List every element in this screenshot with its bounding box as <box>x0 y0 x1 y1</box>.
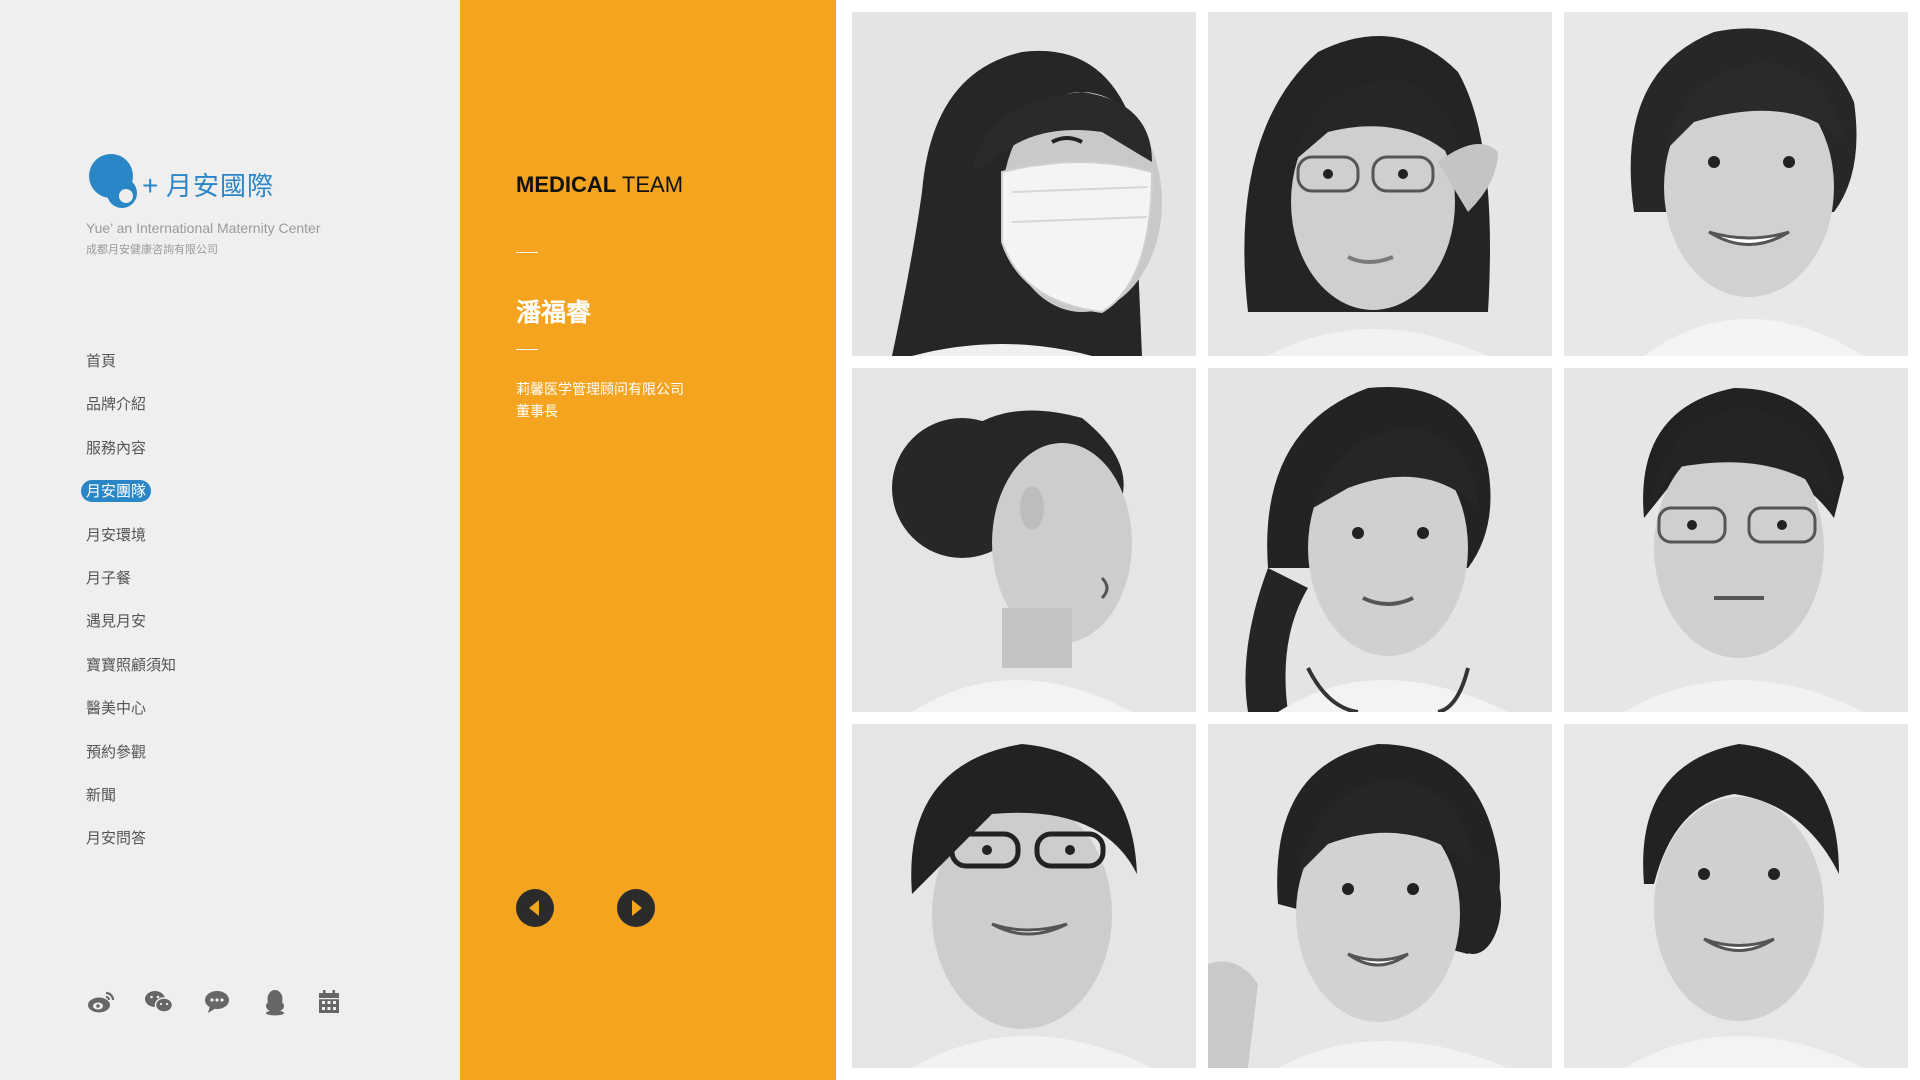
nav-item-services[interactable]: 服務內容 <box>86 427 346 470</box>
logo-plus: + <box>142 170 159 201</box>
section-title-light: TEAM <box>616 172 684 197</box>
portrait-woman-with-stethoscope <box>1208 368 1552 712</box>
arrow-left-icon <box>529 900 539 916</box>
logo-english-name: Yue’ an International Maternity Center <box>86 220 321 236</box>
team-photo[interactable] <box>1564 724 1908 1068</box>
nav-item-home[interactable]: 首頁 <box>86 340 346 383</box>
member-name: 潘福睿 <box>516 298 592 327</box>
nav-item-news[interactable]: 新聞 <box>86 774 346 817</box>
logo-mark-icon <box>89 154 137 208</box>
nav-item-environment[interactable]: 月安環境 <box>86 514 346 557</box>
logo-brand-name: 月安國際 <box>166 172 275 202</box>
nav-item-medical-beauty[interactable]: 醫美中心 <box>86 687 346 730</box>
nav-item-label: 預約參觀 <box>86 742 147 761</box>
nav-item-meals[interactable]: 月子餐 <box>86 557 346 600</box>
team-photo[interactable] <box>1208 724 1552 1068</box>
member-detail-panel: MEDICAL TEAM 潘福睿 莉馨医学管理顾问有限公司 董事長 <box>460 0 836 1080</box>
nav-item-label: 醫美中心 <box>86 699 147 718</box>
team-photo[interactable] <box>1208 368 1552 712</box>
logo-company-name: 成都月安健康咨詢有限公司 <box>86 243 218 256</box>
nav-item-label: 月安團隊 <box>81 480 152 503</box>
team-photo[interactable] <box>1208 12 1552 356</box>
nav-item-faq[interactable]: 月安問答 <box>86 817 346 860</box>
portrait-woman-profile-bun <box>852 368 1196 712</box>
nav-item-label: 月子餐 <box>86 568 132 587</box>
nav-item-label: 遇見月安 <box>86 612 147 631</box>
prev-button[interactable] <box>516 889 554 927</box>
portrait-smiling-young-woman <box>1208 724 1552 1068</box>
wechat-icon[interactable] <box>144 988 174 1016</box>
nav-item-label: 首頁 <box>86 352 117 370</box>
nav-item-baby-care[interactable]: 寶寶照顧須知 <box>86 644 346 687</box>
nav-item-team[interactable]: 月安團隊 <box>81 470 346 513</box>
nav-item-label: 服務內容 <box>86 438 147 457</box>
portrait-woman-with-mask <box>852 12 1196 356</box>
chat-bubble-icon[interactable] <box>202 988 232 1016</box>
team-photo[interactable] <box>1564 12 1908 356</box>
team-photo[interactable] <box>852 724 1196 1068</box>
section-title-bold: MEDICAL <box>516 172 617 197</box>
sidebar: + 月安國際 Yue’ an International Maternity C… <box>0 0 460 1080</box>
divider <box>516 349 538 350</box>
main-nav: 首頁 品牌介紹 服務內容 月安團隊 月安環境 月子餐 遇見月安 寶寶照顧須知 醫… <box>81 340 346 861</box>
portrait-smiling-young-man <box>1564 724 1908 1068</box>
member-company: 莉馨医学管理顾问有限公司 <box>516 382 684 398</box>
team-photo[interactable] <box>852 12 1196 356</box>
portrait-young-man-with-glasses <box>852 724 1196 1068</box>
portrait-woman-with-glasses <box>1208 12 1552 356</box>
brand-logo[interactable]: + 月安國際 Yue’ an International Maternity C… <box>86 152 386 262</box>
section-title: MEDICAL TEAM <box>516 172 683 198</box>
nav-item-label: 月安環境 <box>86 525 147 544</box>
nav-item-label: 寶寶照顧須知 <box>86 655 177 674</box>
team-photo[interactable] <box>852 368 1196 712</box>
nav-item-meet[interactable]: 遇見月安 <box>86 600 346 643</box>
calendar-icon[interactable] <box>314 988 344 1016</box>
nav-item-label: 品牌介紹 <box>86 395 147 414</box>
arrow-right-icon <box>632 900 642 916</box>
nav-item-label: 新聞 <box>86 785 117 804</box>
nav-item-label: 月安問答 <box>86 829 147 848</box>
nav-item-book-visit[interactable]: 預約參觀 <box>86 731 346 774</box>
team-photo[interactable] <box>1564 368 1908 712</box>
portrait-smiling-woman <box>1564 12 1908 356</box>
next-button[interactable] <box>617 889 655 927</box>
portrait-man-with-glasses <box>1564 368 1908 712</box>
qq-icon[interactable] <box>260 988 290 1016</box>
team-photo-grid <box>852 12 1908 1068</box>
member-role: 董事長 <box>516 404 558 420</box>
weibo-icon[interactable] <box>86 988 116 1016</box>
divider <box>516 252 538 253</box>
nav-item-brand[interactable]: 品牌介紹 <box>86 383 346 426</box>
